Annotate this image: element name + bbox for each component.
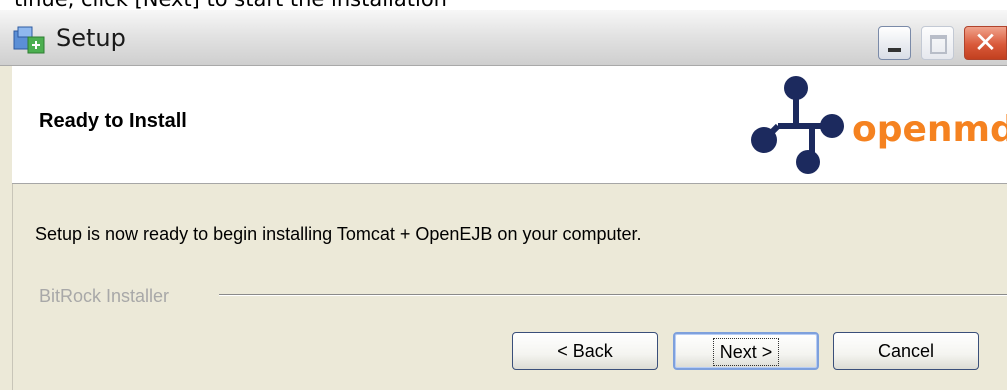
cancel-button[interactable]: Cancel — [833, 332, 979, 370]
header-panel: Ready to Install openmdx — [12, 66, 1007, 184]
instruction-fragment: tinue, click [Next] to start the install… — [14, 0, 447, 10]
ready-message: Setup is now ready to begin installing T… — [35, 224, 642, 244]
minimize-button[interactable] — [878, 26, 911, 60]
title-bar[interactable]: Setup ✕ — [0, 10, 1007, 66]
setup-window: Setup ✕ Ready to Install openmdx — [0, 10, 1007, 390]
openmdx-logo-mark — [751, 76, 844, 174]
openmdx-logo-text: openmdx — [852, 109, 1007, 150]
setup-app-icon — [13, 26, 45, 54]
close-button[interactable]: ✕ — [964, 26, 1007, 60]
next-button[interactable]: Next > — [673, 332, 819, 370]
next-button-label: Next > — [712, 338, 780, 366]
maximize-button[interactable] — [921, 26, 954, 60]
back-button-label: < Back — [557, 341, 613, 361]
close-icon: ✕ — [973, 26, 998, 59]
background-text-fragment: tinue, click [Next] to start the install… — [0, 0, 1007, 10]
vendor-label: BitRock Installer — [39, 286, 178, 307]
page-title: Ready to Install — [39, 110, 187, 132]
back-button[interactable]: < Back — [512, 332, 658, 370]
content-area: Setup is now ready to begin installing T… — [13, 184, 1007, 390]
cancel-button-label: Cancel — [877, 341, 935, 361]
openmdx-logo: openmdx — [751, 76, 1007, 174]
footer-divider — [219, 294, 1007, 296]
window-title: Setup — [56, 24, 126, 52]
